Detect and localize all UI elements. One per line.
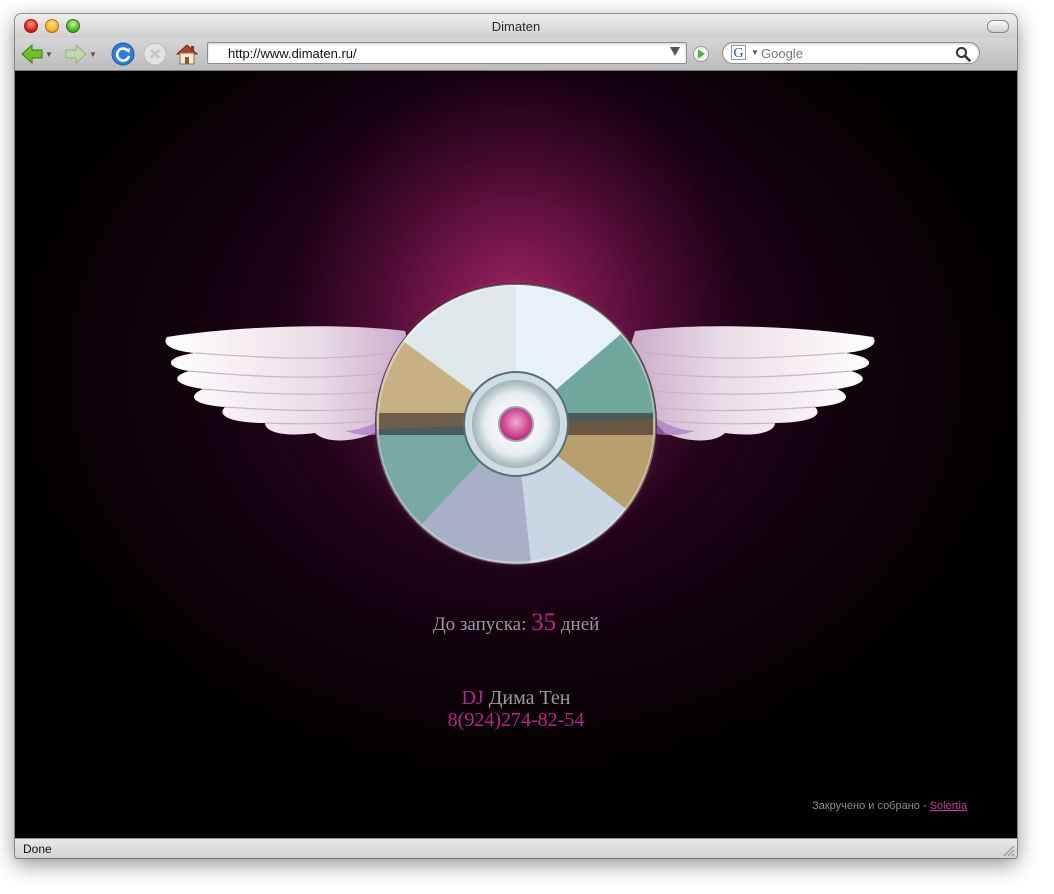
reload-icon [111, 42, 135, 66]
credits-text: Закручено и собрано - [812, 800, 927, 812]
dj-prefix: DJ [461, 687, 484, 709]
home-icon [175, 44, 199, 65]
reload-button[interactable] [111, 42, 135, 66]
countdown-unit: дней [560, 614, 600, 635]
dj-name: Дима Тен [488, 687, 571, 709]
forward-history-caret-icon[interactable]: ▼ [89, 50, 97, 59]
address-history-dropdown-icon[interactable] [670, 47, 680, 56]
search-engine-icon[interactable]: G [731, 45, 746, 61]
forward-button[interactable]: ▼ [65, 42, 97, 66]
countdown-label: До запуска: [432, 614, 527, 635]
credits-link[interactable]: Solertia [930, 800, 967, 812]
dj-name-line: DJ Дима Тен [15, 687, 1017, 710]
back-history-caret-icon[interactable]: ▼ [45, 50, 53, 59]
go-button[interactable] [693, 46, 709, 67]
launch-countdown: До запуска: 35 дней [15, 609, 1017, 637]
search-icon[interactable] [955, 46, 971, 67]
status-bar: Done [15, 838, 1017, 858]
countdown-days-value: 35 [531, 609, 557, 636]
address-input[interactable]: http://www.dimaten.ru/ [228, 46, 357, 61]
browser-window: Dimaten ▼ ▼ http://www.dimaten.ru/ G ▼ G… [15, 14, 1017, 858]
address-bar[interactable]: http://www.dimaten.ru/ [207, 42, 687, 64]
browser-toolbar: ▼ ▼ http://www.dimaten.ru/ G ▼ Google [15, 38, 1017, 71]
search-engine-caret-icon[interactable]: ▼ [751, 48, 759, 57]
go-arrow-icon [693, 46, 709, 62]
home-button[interactable] [175, 42, 199, 66]
forward-arrow-icon [65, 44, 87, 64]
back-arrow-icon [21, 44, 43, 64]
stop-button[interactable] [143, 42, 167, 66]
back-button[interactable]: ▼ [21, 42, 53, 66]
stop-icon [143, 42, 167, 66]
cd-disc-illustration [371, 279, 661, 569]
toolbar-toggle-button[interactable] [987, 20, 1009, 33]
search-input[interactable]: Google [761, 46, 803, 61]
resize-grip-icon[interactable] [1001, 843, 1015, 857]
status-text: Done [23, 842, 52, 856]
credits: Закручено и собрано - Solertia [812, 800, 967, 812]
search-bar[interactable]: G ▼ Google [722, 42, 980, 64]
page-content: До запуска: 35 дней DJ Дима Тен 8(924)27… [15, 71, 1017, 838]
phone-number: 8(924)274-82-54 [447, 709, 585, 731]
window-title: Dimaten [491, 19, 541, 34]
title-bar: Dimaten [15, 14, 1017, 39]
